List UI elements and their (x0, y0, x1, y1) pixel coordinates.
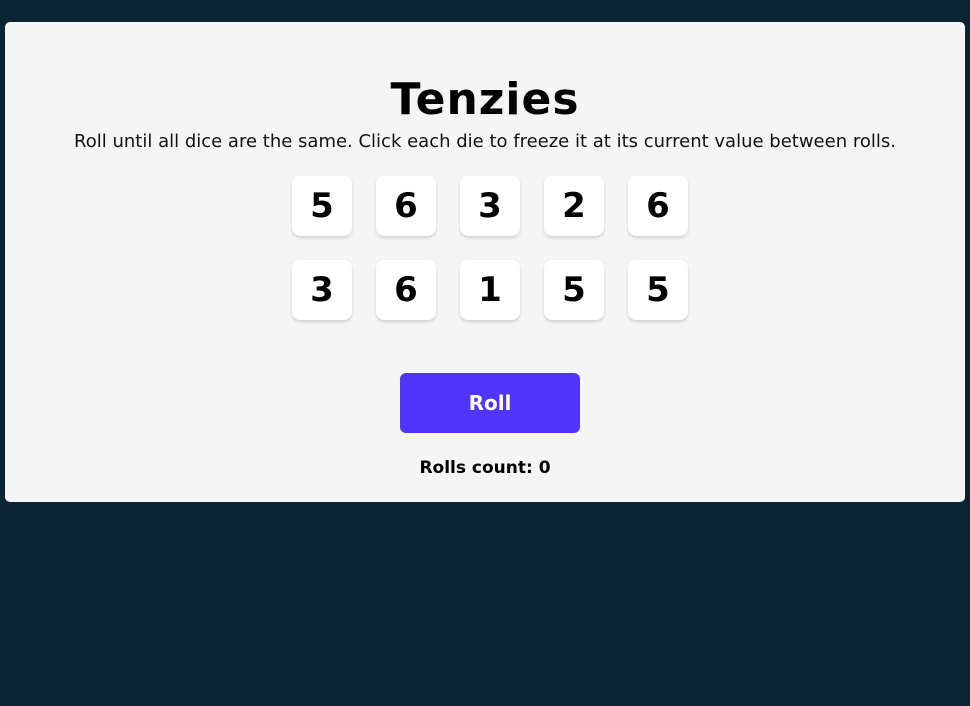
die[interactable]: 5 (292, 176, 352, 236)
die[interactable]: 5 (544, 260, 604, 320)
die[interactable]: 2 (544, 176, 604, 236)
game-title: Tenzies (390, 74, 580, 125)
rolls-count: Rolls count: 0 (419, 458, 551, 478)
roll-button[interactable]: Roll (400, 373, 580, 433)
die[interactable]: 6 (628, 176, 688, 236)
die[interactable]: 6 (376, 176, 436, 236)
die[interactable]: 1 (460, 260, 520, 320)
die[interactable]: 3 (460, 176, 520, 236)
instructions-text: Roll until all dice are the same. Click … (74, 131, 896, 152)
die[interactable]: 3 (292, 260, 352, 320)
game-board: Tenzies Roll until all dice are the same… (5, 22, 965, 502)
die[interactable]: 6 (376, 260, 436, 320)
dice-grid: 5 6 3 2 6 3 6 1 5 5 (292, 176, 688, 320)
die[interactable]: 5 (628, 260, 688, 320)
